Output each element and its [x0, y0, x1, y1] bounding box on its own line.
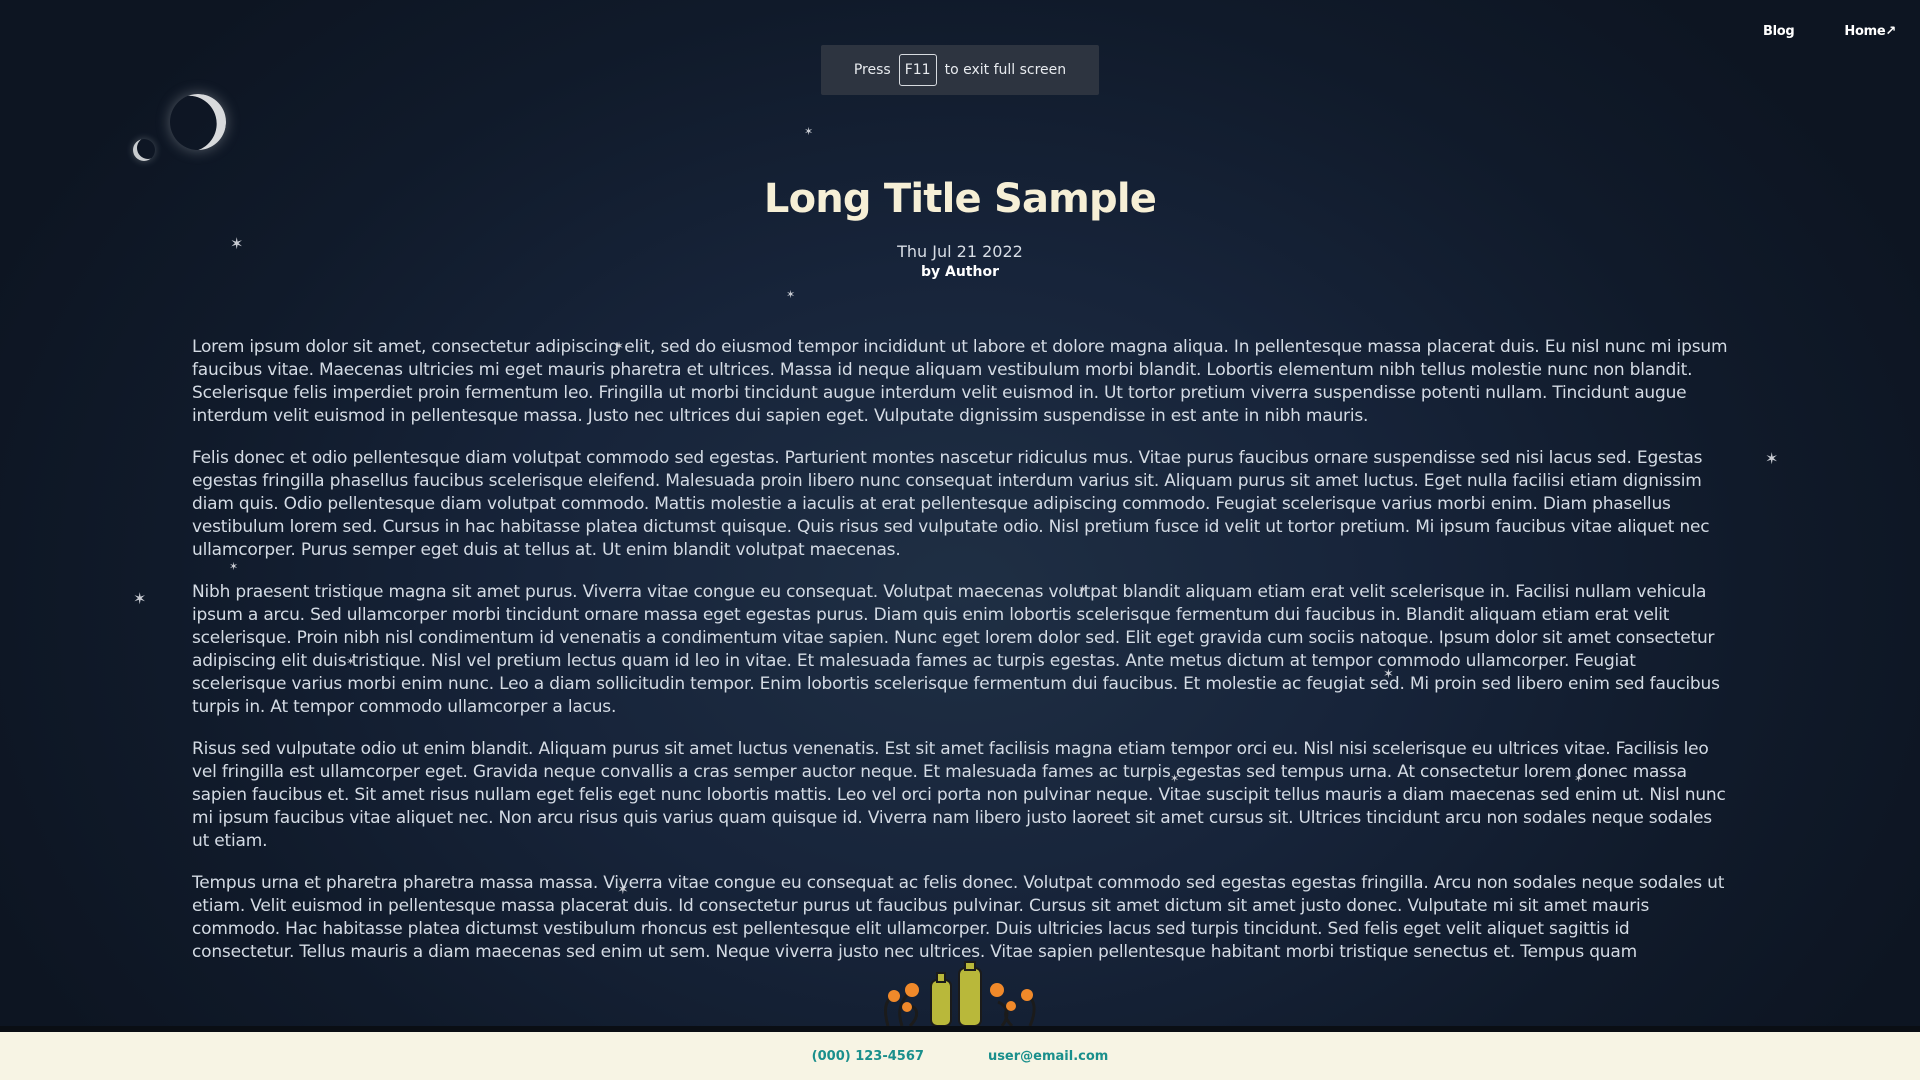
star-icon: ✶ — [804, 125, 814, 138]
footer-email-link[interactable]: user@email.com — [988, 1049, 1108, 1064]
article-paragraph: Lorem ipsum dolor sit amet, consectetur … — [192, 337, 1728, 426]
star-icon: ✶ — [133, 589, 147, 608]
f11-key-badge: F11 — [898, 54, 937, 86]
article-paragraph: Risus sed vulputate odio ut enim blandit… — [192, 739, 1726, 851]
nav-home-link[interactable]: Home↗ — [1844, 24, 1896, 39]
star-icon: ✶ — [786, 288, 796, 301]
fullscreen-notice-prefix: Press — [853, 62, 891, 78]
fullscreen-notice: Press F11 to exit full screen — [821, 45, 1099, 95]
article-paragraph: Nibh praesent tristique magna sit amet p… — [192, 582, 1720, 717]
star-icon: ✶ — [1765, 449, 1779, 468]
small-moon-icon — [133, 139, 155, 161]
article-paragraph: Tempus urna et pharetra pharetra massa m… — [192, 873, 1725, 962]
post-date: Thu Jul 21 2022 — [897, 242, 1023, 261]
fullscreen-notice-suffix: to exit full screen — [944, 62, 1067, 78]
article-paragraph: Felis donec et odio pellentesque diam vo… — [192, 448, 1710, 560]
article-body: Lorem ipsum dolor sit amet, consectetur … — [192, 336, 1730, 983]
nav-blog-link[interactable]: Blog — [1763, 24, 1795, 39]
plant-decoration — [884, 961, 1036, 1026]
page-title: Long Title Sample — [763, 176, 1157, 222]
moon-icon — [166, 90, 229, 153]
footer-phone-link[interactable]: (000) 123-4567 — [812, 1049, 924, 1064]
post-author: by Author — [920, 264, 999, 280]
footer: (000) 123-4567 user@email.com — [0, 1032, 1920, 1080]
top-nav: Blog Home↗ — [1763, 24, 1896, 39]
page-background: ✶ ✶ ✶ ✶ ✶ ✶ ✶ ✶ ✶ ✶ ✶ ✶ ✶ Blog Home↗ Pre… — [0, 0, 1920, 1026]
